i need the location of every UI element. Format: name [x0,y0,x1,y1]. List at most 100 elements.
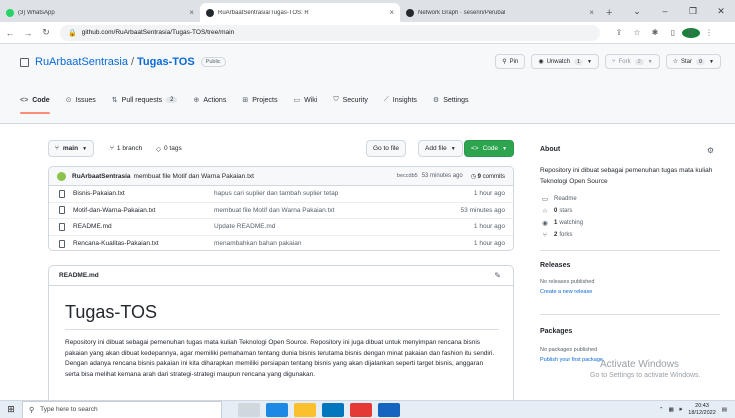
notification-icon[interactable]: ▤ [722,407,727,413]
url-input[interactable]: 🔒 github.com/RuArbaatSentrasia/Tugas-TOS… [60,24,600,41]
tab-wiki[interactable]: ▭ Wiki [294,86,318,114]
fork-button[interactable]: ⑂ Fork 2 ▼ [604,54,660,69]
sidebar-icon[interactable]: ▯ [664,28,682,37]
branch-icon: ⑂ [110,145,114,152]
new-tab-button[interactable]: + [600,7,618,22]
about-description: Repository ini dibuat sebagai pemenuhan … [540,167,713,185]
stars-link[interactable]: ☆ 0 stars [540,205,720,217]
file-name-link[interactable]: Rencana-Kualitas-Pakaian.txt [73,240,159,247]
address-bar: ← → ↻ 🔒 github.com/RuArbaatSentrasia/Tug… [0,22,735,44]
task-view-icon[interactable] [238,402,260,417]
code-button[interactable]: <> Code ▼ [464,140,515,157]
edit-pencil-icon[interactable]: ✎ [494,271,501,280]
back-icon[interactable]: ← [2,28,18,38]
caret-down-icon[interactable]: ▼ [709,59,714,65]
reload-icon[interactable]: ↻ [38,27,54,38]
file-commit-message-link[interactable]: Update README.md [214,223,275,230]
tab-pull-requests[interactable]: ⇅ Pull requests 2 [112,86,178,114]
tab-issues[interactable]: ⊙ Issues [66,86,96,114]
taskbar-search-input[interactable]: ⚲ Type here to search [22,400,222,418]
windows-start-icon[interactable]: ⊞ [0,404,22,415]
commits-link[interactable]: ◷ 9 commits [471,173,505,180]
tab-insights[interactable]: ⟋ Insights [384,86,417,114]
watching-link[interactable]: ◉ 1 watching [540,217,720,229]
gear-icon[interactable]: ⚙ [707,146,714,155]
add-file-button[interactable]: Add file ▼ [418,140,463,157]
packages-title-link[interactable]: Packages [540,328,720,335]
forks-count: 2 [554,232,558,238]
browser-tab-repo[interactable]: RuArbaatSentrasia/Tugas-TOS: R × [200,3,400,22]
tab-label: Insights [392,96,417,104]
file-explorer-icon[interactable] [294,402,316,417]
tab-actions[interactable]: ⊕ Actions [193,86,226,114]
bookmark-star-icon[interactable]: ☆ [628,28,646,37]
file-age: 1 hour ago [473,240,505,248]
tab-code[interactable]: <> Code [20,86,50,114]
network-icon[interactable]: ▦ [669,407,674,413]
file-name-link[interactable]: Motif-dan-Warna-Pakaian.txt [73,207,156,214]
commit-time: 53 minutes ago [421,173,463,179]
commit-hash-link[interactable]: beccdb5 [397,173,418,179]
tags-link[interactable]: ◇ 0 tags [156,140,182,157]
caret-down-icon[interactable]: ▼ [648,59,653,65]
releases-title-link[interactable]: Releases [540,262,720,269]
tab-projects[interactable]: ⊞ Projects [242,86,277,114]
repo-name-link[interactable]: Tugas-TOS [137,56,195,68]
browser-tab-network[interactable]: Network Graph · sesenn/Perubal × [400,3,600,22]
tray-chevron-icon[interactable]: ⌃ [659,407,664,413]
volume-icon[interactable]: 🕪 [679,407,682,414]
menu-icon[interactable]: ⋮ [700,28,718,37]
tab-label: Actions [203,96,227,104]
go-to-file-button[interactable]: Go to file [366,140,407,157]
extensions-icon[interactable]: ✱ [646,28,664,37]
commit-message-link[interactable]: membuat file Motif dan Warna Pakaian.txt [134,173,254,180]
star-button[interactable]: ☆ Star 0 ▼ [665,54,721,69]
file-commit-message-link[interactable]: menambahkan bahan pakaian [214,240,301,247]
readme-panel: README.md ✎ Tugas-TOS Repository ini dib… [48,265,514,418]
about-title: About [540,146,561,153]
readme-link[interactable]: ▭ Readme [540,193,720,205]
file-commit-message-link[interactable]: membuat file Motif dan Warna Pakaian.txt [214,207,334,214]
pin-button[interactable]: ⚲ Pin [495,54,526,69]
edge-icon[interactable] [266,402,288,417]
releases-empty: No releases published [540,279,595,285]
shield-icon: ⛉ [333,96,339,103]
forward-icon[interactable]: → [20,28,36,38]
forks-label: forks [559,232,573,238]
photos-icon[interactable] [378,402,400,417]
file-age: 53 minutes ago [460,206,505,214]
forks-link[interactable]: ⑂ 2 forks [540,229,720,241]
tab-settings[interactable]: ⚙ Settings [433,86,469,114]
close-tab-icon[interactable]: × [189,8,194,17]
tab-label: Projects [252,96,278,104]
create-release-link[interactable]: Create a new release [540,289,720,295]
repo-owner-link[interactable]: RuArbaatSentrasia [35,56,128,68]
file-name-link[interactable]: Bisnis-Pakaian.txt [73,190,125,197]
file-commit-message-link[interactable]: hapus cari suplier dan tambah suplier te… [214,190,338,197]
close-tab-icon[interactable]: × [389,8,394,17]
unwatch-button[interactable]: ◉ Unwatch 1 ▼ [531,54,599,69]
file-name-link[interactable]: README.md [73,223,112,230]
stars-label: stars [559,208,573,214]
branch-name: main [62,145,79,152]
close-tab-icon[interactable]: × [589,8,594,17]
maximize-icon[interactable]: ❐ [679,6,707,17]
share-icon[interactable]: ⇪ [610,28,628,37]
minimize-icon[interactable]: – [651,6,679,16]
readme-filename: README.md [59,272,99,279]
chrome-icon[interactable] [350,402,372,417]
profile-avatar[interactable]: R [682,27,700,38]
tab-search-icon[interactable]: ⌄ [623,6,651,17]
clock[interactable]: 20:43 18/12/2022 [688,403,716,417]
commit-author-link[interactable]: RuArbaatSentrasia [72,173,131,180]
lock-icon[interactable]: 🔒 [68,29,77,37]
browser-tab-whatsapp[interactable]: (3) WhatsApp × [0,3,200,22]
branches-label: 1 branch [116,145,143,152]
tab-security[interactable]: ⛉ Security [333,86,368,114]
store-icon[interactable] [322,402,344,417]
avatar[interactable] [57,171,66,181]
close-window-icon[interactable]: ✕ [707,6,735,17]
branch-select[interactable]: ⑂ main ▼ [48,140,95,157]
file-age: 1 hour ago [473,223,505,231]
branches-link[interactable]: ⑂ 1 branch [110,140,142,157]
